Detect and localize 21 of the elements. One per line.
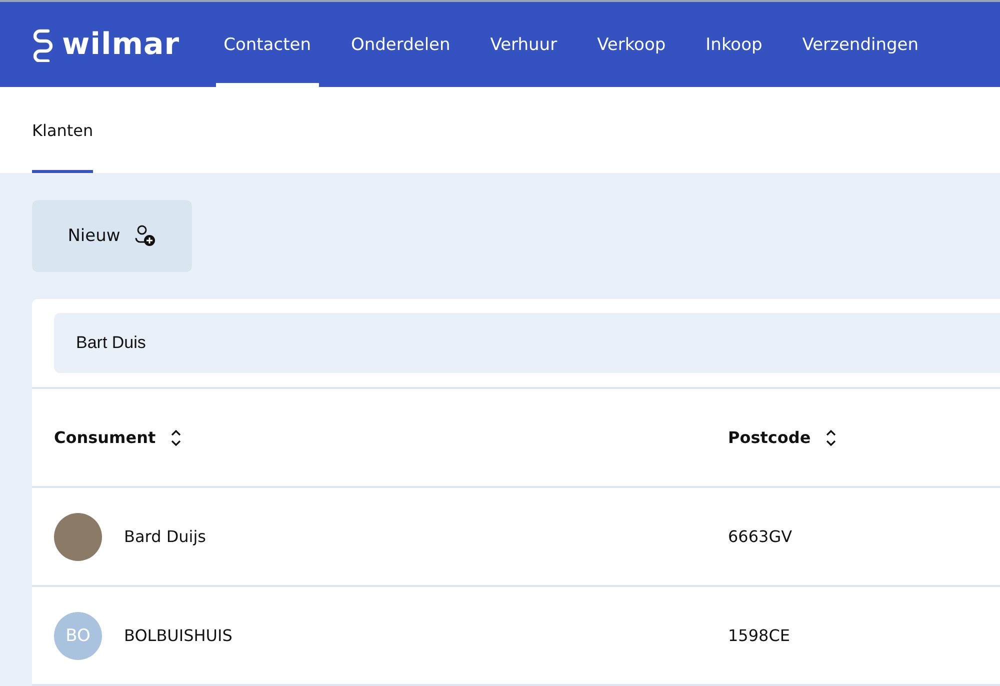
logo-text: wilmar bbox=[62, 27, 180, 62]
add-user-icon bbox=[134, 225, 156, 247]
new-button[interactable]: Nieuw bbox=[32, 200, 192, 272]
avatar-initials: BO bbox=[54, 612, 102, 660]
column-header[interactable]: Consument bbox=[54, 428, 182, 447]
search-field[interactable]: Bart Duis bbox=[54, 313, 1000, 373]
sort-icon bbox=[824, 428, 837, 446]
logo-icon bbox=[32, 28, 54, 62]
nav-tab[interactable]: Inkoop bbox=[698, 2, 770, 87]
table-cell: Bard Duijs bbox=[124, 527, 206, 546]
nav-tab[interactable]: Verhuur bbox=[482, 2, 566, 87]
sort-icon bbox=[170, 428, 182, 446]
column-header[interactable]: Postcode bbox=[728, 428, 837, 447]
sub-tab[interactable]: Klanten bbox=[32, 87, 94, 173]
nav-tab[interactable]: Verzendingen bbox=[794, 2, 927, 87]
table-cell: BOLBUISHUIS bbox=[124, 626, 232, 645]
table-cell: 1598CE bbox=[728, 626, 790, 645]
table-cell: 6663GV bbox=[728, 527, 792, 546]
photo-placeholder bbox=[54, 512, 102, 560]
nav-tab[interactable]: Onderdelen bbox=[342, 2, 458, 87]
nav-tab[interactable]: Verkoop bbox=[589, 2, 674, 87]
